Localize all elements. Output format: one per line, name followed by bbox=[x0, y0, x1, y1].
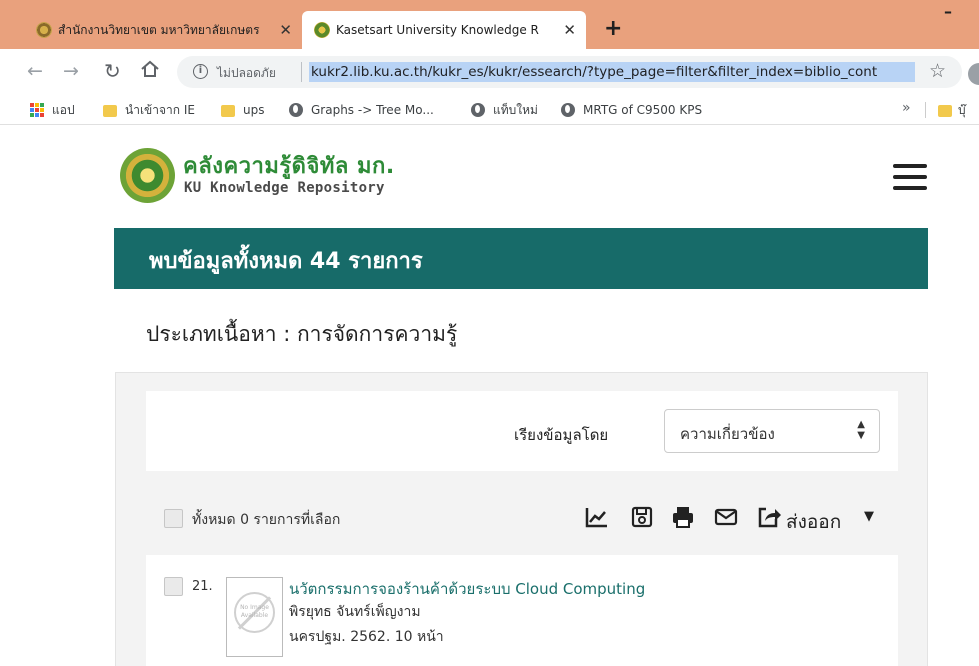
forward-arrow-icon[interactable]: → bbox=[63, 59, 79, 83]
item-publication: นครปฐม. 2562. 10 หน้า bbox=[289, 629, 444, 645]
bookmark-label: ups bbox=[243, 103, 265, 117]
select-arrows-icon: ▲ ▼ bbox=[857, 419, 865, 441]
export-label[interactable]: ส่งออก bbox=[786, 507, 841, 537]
folder-icon bbox=[103, 105, 117, 117]
bookmarks-divider bbox=[925, 102, 926, 118]
browser-tab-campus[interactable]: สำนักงานวิทยาเขต มหาวิทยาลัยเกษตร ✕ bbox=[24, 11, 302, 49]
bookmark-mrtg[interactable]: MRTG of C9500 KPS bbox=[561, 101, 702, 119]
bookmark-star-icon[interactable]: ☆ bbox=[929, 59, 946, 83]
bookmark-label: แท็บใหม่ bbox=[493, 102, 538, 117]
globe-icon bbox=[561, 103, 575, 117]
back-arrow-icon[interactable]: ← bbox=[27, 59, 43, 83]
folder-icon bbox=[221, 105, 235, 117]
browser-tab-knowledge-repository[interactable]: Kasetsart University Knowledge R ✕ bbox=[302, 11, 586, 49]
url-text[interactable]: kukr2.lib.ku.ac.th/kukr_es/kukr/essearch… bbox=[309, 62, 915, 82]
no-image-text: No Image Available bbox=[240, 604, 269, 619]
email-icon[interactable] bbox=[713, 504, 739, 530]
address-bar[interactable]: i ไม่ปลอดภัย kukr2.lib.ku.ac.th/kukr_es/… bbox=[177, 56, 962, 88]
bookmark-graphs[interactable]: Graphs -> Tree Mo... bbox=[289, 101, 434, 119]
result-item: 21. No Image Available นวัตกรรมการจองร้า… bbox=[146, 555, 898, 666]
bookmark-label: แอป bbox=[52, 102, 75, 117]
home-icon[interactable] bbox=[140, 59, 160, 85]
sort-bar: เรียงข้อมูลโดย ความเกี่ยวข้อง ▲ ▼ bbox=[146, 391, 898, 471]
select-all-checkbox[interactable] bbox=[164, 509, 183, 528]
tab-title: สำนักงานวิทยาเขต มหาวิทยาลัยเกษตร bbox=[58, 22, 260, 37]
window-minimize-button[interactable]: – bbox=[944, 2, 952, 21]
bookmark-apps[interactable]: แอป bbox=[30, 101, 75, 119]
browser-toolbar: ← → ↻ i ไม่ปลอดภัย kukr2.lib.ku.ac.th/ku… bbox=[0, 49, 979, 95]
print-icon[interactable] bbox=[670, 504, 696, 530]
page-content: คลังความรู้ดิจิทัล มก. KU Knowledge Repo… bbox=[0, 126, 979, 666]
bookmark-label: MRTG of C9500 KPS bbox=[583, 103, 703, 117]
globe-icon bbox=[289, 103, 303, 117]
tab-title: Kasetsart University Knowledge R bbox=[336, 23, 539, 37]
content-type-heading: ประเภทเนื้อหา : การจัดการความรู้ bbox=[146, 322, 458, 346]
site-name-english[interactable]: KU Knowledge Repository bbox=[184, 180, 385, 196]
apps-grid-icon bbox=[30, 103, 44, 117]
save-icon[interactable] bbox=[629, 504, 655, 530]
export-share-icon[interactable] bbox=[756, 504, 782, 530]
address-divider bbox=[301, 62, 302, 82]
bookmark-label: บุ๊ bbox=[958, 103, 966, 117]
item-thumbnail[interactable]: No Image Available bbox=[226, 577, 283, 657]
results-panel: เรียงข้อมูลโดย ความเกี่ยวข้อง ▲ ▼ ทั้งหมด… bbox=[115, 372, 928, 666]
item-checkbox[interactable] bbox=[164, 577, 183, 596]
bookmark-folder-ups[interactable]: ups bbox=[221, 101, 264, 119]
bookmark-label: Graphs -> Tree Mo... bbox=[311, 103, 434, 117]
close-tab-icon[interactable]: ✕ bbox=[563, 21, 576, 39]
browser-tab-strip: สำนักงานวิทยาเขต มหาวิทยาลัยเกษตร ✕ Kase… bbox=[0, 0, 979, 49]
result-count-text: พบข้อมูลทั้งหมด 44 รายการ bbox=[149, 249, 423, 274]
item-number: 21. bbox=[192, 579, 213, 594]
statistics-chart-icon[interactable] bbox=[584, 504, 610, 530]
security-indicator[interactable]: ไม่ปลอดภัย bbox=[217, 64, 276, 83]
ku-logo-icon[interactable] bbox=[120, 148, 175, 203]
bookmark-new-tab[interactable]: แท็บใหม่ bbox=[471, 101, 538, 119]
globe-icon bbox=[471, 103, 485, 117]
item-title-link[interactable]: นวัตกรรมการจองร้านค้าด้วยระบบ Cloud Comp… bbox=[289, 577, 645, 601]
sort-selected-value: ความเกี่ยวข้อง bbox=[680, 425, 775, 443]
bookmark-label: นำเข้าจาก IE bbox=[125, 102, 195, 117]
item-author: พิรยุทธ จันทร์เพ็ญงาม bbox=[289, 604, 421, 620]
university-seal-favicon-icon bbox=[36, 22, 52, 38]
reload-icon[interactable]: ↻ bbox=[104, 59, 121, 83]
selection-toolbar: ทั้งหมด 0 รายการที่เลือก ส่งออก ▼ bbox=[146, 498, 898, 538]
bookmark-folder-ie[interactable]: นำเข้าจาก IE bbox=[103, 101, 195, 119]
more-bookmarks-chevron-icon[interactable]: » bbox=[902, 100, 911, 116]
other-bookmarks[interactable]: บุ๊ bbox=[938, 101, 966, 120]
info-icon[interactable]: i bbox=[193, 64, 208, 79]
hamburger-menu-icon[interactable] bbox=[893, 164, 927, 192]
selected-count-label: ทั้งหมด 0 รายการที่เลือก bbox=[192, 512, 341, 528]
ku-seal-favicon-icon bbox=[314, 22, 330, 38]
bookmarks-bar: แอป นำเข้าจาก IE ups Graphs -> Tree Mo..… bbox=[0, 95, 979, 125]
close-tab-icon[interactable]: ✕ bbox=[279, 21, 292, 39]
result-count-banner: พบข้อมูลทั้งหมด 44 รายการ bbox=[114, 228, 928, 289]
site-name-thai[interactable]: คลังความรู้ดิจิทัล มก. bbox=[183, 148, 395, 183]
dropdown-caret-icon[interactable]: ▼ bbox=[864, 509, 874, 524]
folder-icon bbox=[938, 104, 952, 117]
profile-avatar[interactable] bbox=[968, 63, 979, 85]
sort-select[interactable]: ความเกี่ยวข้อง ▲ ▼ bbox=[664, 409, 880, 453]
sort-label: เรียงข้อมูลโดย bbox=[514, 426, 609, 444]
new-tab-button[interactable]: + bbox=[604, 18, 622, 40]
